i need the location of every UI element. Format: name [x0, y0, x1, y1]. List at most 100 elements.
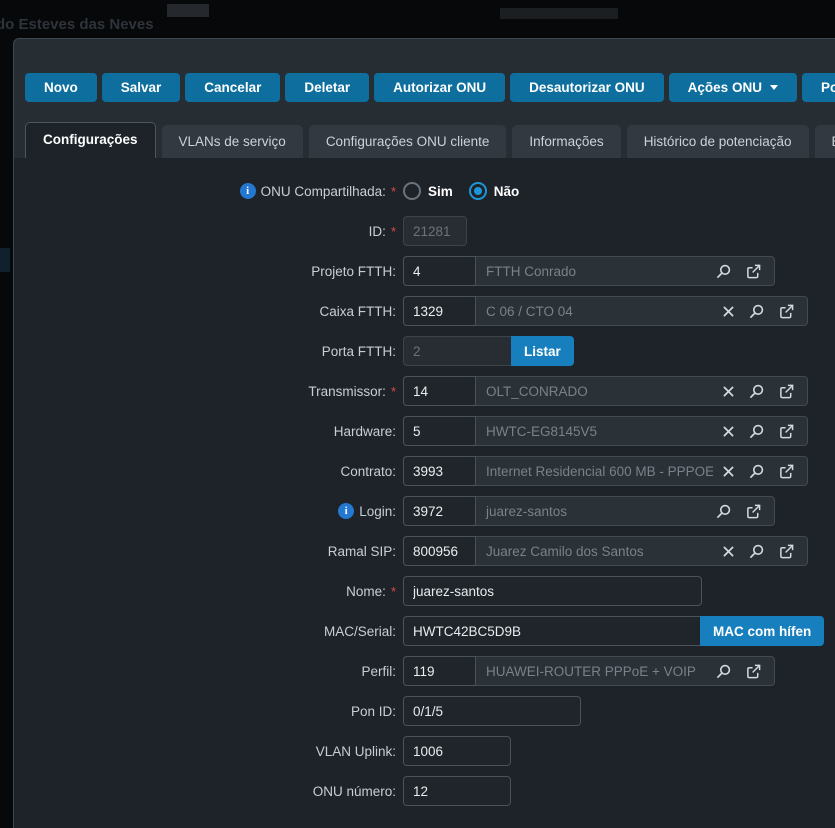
desautorizar-onu-button[interactable]: Desautorizar ONU	[510, 73, 664, 102]
novo-button[interactable]: Novo	[25, 73, 97, 102]
tab-endereco[interactable]: Endereç	[815, 125, 835, 158]
required-asterisk: *	[391, 584, 396, 599]
ramal-sip-code-input[interactable]	[403, 536, 476, 566]
external-link-icon[interactable]	[779, 424, 794, 439]
contrato-field: Internet Residencial 600 MB - PPPOE	[403, 456, 808, 486]
tab-configuracoes[interactable]: Configurações	[25, 122, 156, 158]
field-label: Pon ID:	[351, 704, 396, 719]
search-icon[interactable]	[716, 664, 731, 679]
mac-serial-input[interactable]	[403, 616, 700, 646]
caixa-ftth-code-input[interactable]	[403, 296, 476, 326]
background-partial-title: do Esteves das Neves	[0, 16, 154, 33]
hardware-code-input[interactable]	[403, 416, 476, 446]
transmissor-field: OLT_CONRADO	[403, 376, 808, 406]
clear-icon[interactable]	[723, 386, 734, 397]
external-link-icon[interactable]	[746, 504, 761, 519]
clear-icon[interactable]	[723, 466, 734, 477]
pon-id-input[interactable]	[403, 696, 581, 726]
background-dimmed-element	[0, 248, 10, 272]
radio-circle-unchecked	[403, 182, 421, 200]
form-row-id: ID: *	[14, 211, 835, 251]
salvar-button[interactable]: Salvar	[102, 73, 181, 102]
field-label: MAC/Serial:	[324, 624, 396, 639]
perfil-code-input[interactable]	[403, 656, 476, 686]
listar-button[interactable]: Listar	[511, 336, 574, 366]
login-code-input[interactable]	[403, 496, 476, 526]
external-link-icon[interactable]	[779, 384, 794, 399]
cancelar-button[interactable]: Cancelar	[185, 73, 280, 102]
form-row-projeto-ftth: Projeto FTTH: FTTH Conrado	[14, 251, 835, 291]
search-icon[interactable]	[749, 544, 764, 559]
field-label: ONU Compartilhada:	[261, 184, 386, 199]
clear-icon[interactable]	[723, 306, 734, 317]
field-label: ONU número:	[313, 784, 396, 799]
required-asterisk: *	[391, 224, 396, 239]
external-link-icon[interactable]	[779, 544, 794, 559]
onu-edit-modal: Novo Salvar Cancelar Deletar Autorizar O…	[13, 38, 835, 828]
search-icon[interactable]	[749, 424, 764, 439]
form-row-mac-serial: MAC/Serial: MAC com hífen	[14, 611, 835, 651]
tab-historico-de-potenciacao[interactable]: Histórico de potenciação	[627, 125, 809, 158]
background-dimmed-element	[167, 4, 209, 17]
caixa-ftth-field: C 06 / CTO 04	[403, 296, 808, 326]
search-icon[interactable]	[749, 464, 764, 479]
form-row-vlan-uplink: VLAN Uplink:	[14, 731, 835, 771]
radio-nao[interactable]: Não	[469, 182, 520, 200]
radio-sim[interactable]: Sim	[403, 182, 453, 200]
mac-com-hifen-button[interactable]: MAC com hífen	[700, 616, 824, 646]
required-asterisk: *	[391, 384, 396, 399]
external-link-icon[interactable]	[779, 464, 794, 479]
perfil-field: HUAWEI-ROUTER PPPoE + VOIP	[403, 656, 775, 686]
search-icon[interactable]	[716, 264, 731, 279]
form-row-transmissor: Transmissor: * OLT_CONRADO	[14, 371, 835, 411]
onu-numero-input[interactable]	[403, 776, 511, 806]
hardware-field: HWTC-EG8145V5	[403, 416, 808, 446]
tab-panel-configuracoes: ONU Compartilhada: * Sim Não ID: *	[14, 158, 835, 828]
clear-icon[interactable]	[723, 546, 734, 557]
search-icon[interactable]	[716, 504, 731, 519]
id-input	[403, 216, 467, 246]
external-link-icon[interactable]	[746, 664, 761, 679]
contrato-code-input[interactable]	[403, 456, 476, 486]
clear-icon[interactable]	[723, 426, 734, 437]
deletar-button[interactable]: Deletar	[285, 73, 369, 102]
form-row-pon-id: Pon ID:	[14, 691, 835, 731]
form-row-ramal-sip: Ramal SIP: Juarez Camilo dos Santos	[14, 531, 835, 571]
radio-label: Sim	[428, 184, 453, 199]
field-label: VLAN Uplink:	[316, 744, 396, 759]
required-asterisk: *	[391, 184, 396, 199]
form-row-contrato: Contrato: Internet Residencial 600 MB - …	[14, 451, 835, 491]
tab-informacoes[interactable]: Informações	[512, 125, 620, 158]
external-link-icon[interactable]	[779, 304, 794, 319]
nome-input[interactable]	[403, 576, 702, 606]
field-label: Porta FTTH:	[322, 344, 396, 359]
perfil-description: HUAWEI-ROUTER PPPoE + VOIP	[476, 664, 706, 679]
search-icon[interactable]	[749, 384, 764, 399]
tab-configuracoes-onu-cliente[interactable]: Configurações ONU cliente	[309, 125, 507, 158]
form-row-perfil: Perfil: HUAWEI-ROUTER PPPoE + VOIP	[14, 651, 835, 691]
login-description: juarez-santos	[476, 504, 706, 519]
caixa-ftth-description: C 06 / CTO 04	[476, 304, 713, 319]
background-dimmed-element	[500, 8, 618, 19]
field-label: Projeto FTTH:	[311, 264, 396, 279]
form-row-onu-numero: ONU número:	[14, 771, 835, 811]
tab-vlans-de-servico[interactable]: VLANs de serviço	[162, 125, 303, 158]
projeto-ftth-code-input[interactable]	[403, 256, 476, 286]
form-row-hardware: Hardware: HWTC-EG8145V5	[14, 411, 835, 451]
field-label: Login:	[359, 504, 396, 519]
acoes-onu-dropdown-button[interactable]: Ações ONU	[669, 73, 797, 102]
transmissor-code-input[interactable]	[403, 376, 476, 406]
porta-ftth-input	[403, 336, 511, 366]
hardware-description: HWTC-EG8145V5	[476, 424, 713, 439]
radio-label: Não	[494, 184, 520, 199]
external-link-icon[interactable]	[746, 264, 761, 279]
vlan-uplink-input[interactable]	[403, 736, 511, 766]
potencia-button[interactable]: Potênc	[802, 73, 835, 102]
field-label: Transmissor:	[308, 384, 386, 399]
field-label: Ramal SIP:	[328, 544, 396, 559]
autorizar-onu-button[interactable]: Autorizar ONU	[374, 73, 505, 102]
search-icon[interactable]	[749, 304, 764, 319]
chevron-down-icon	[770, 85, 778, 90]
field-label: Contrato:	[340, 464, 396, 479]
form-row-login: Login: juarez-santos	[14, 491, 835, 531]
